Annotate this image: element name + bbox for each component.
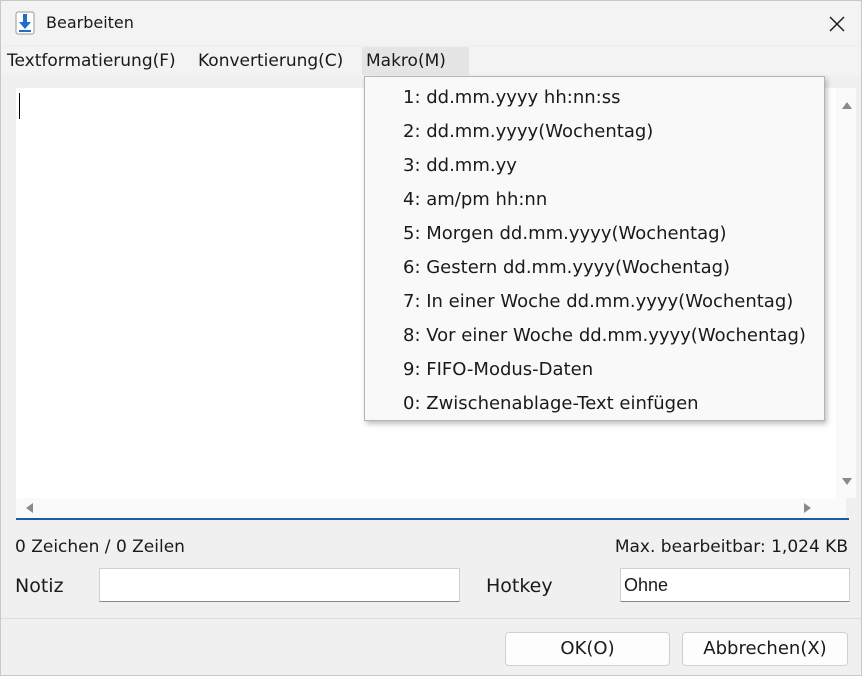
- macro-item-datetime[interactable]: 1: dd.mm.yyyy hh:nn:ss: [365, 81, 824, 115]
- macro-item-next-week[interactable]: 7: In einer Woche dd.mm.yyyy(Wochentag): [365, 285, 824, 319]
- macro-item-date-weekday[interactable]: 2: dd.mm.yyyy(Wochentag): [365, 115, 824, 149]
- close-icon: [829, 16, 845, 32]
- menu-macro[interactable]: Makro(M): [362, 47, 469, 75]
- macro-item-paste-clipboard[interactable]: 0: Zwischenablage-Text einfügen: [365, 387, 824, 421]
- scroll-left-icon[interactable]: [26, 503, 33, 513]
- editor-focus-underline: [16, 518, 849, 520]
- macro-item-last-week[interactable]: 8: Vor einer Woche dd.mm.yyyy(Wochentag): [365, 319, 824, 353]
- note-label: Notiz: [15, 575, 64, 597]
- hotkey-label: Hotkey: [486, 575, 553, 597]
- note-input[interactable]: [99, 568, 460, 602]
- window-title: Bearbeiten: [46, 13, 134, 32]
- menu-text-formatting[interactable]: Textformatierung(F): [3, 47, 180, 75]
- macro-item-tomorrow[interactable]: 5: Morgen dd.mm.yyyy(Wochentag): [365, 217, 824, 251]
- menu-bar: Textformatierung(F) Konvertierung(C) Mak…: [1, 47, 861, 75]
- title-bar[interactable]: Bearbeiten: [1, 1, 861, 45]
- hotkey-input[interactable]: Ohne: [620, 568, 850, 602]
- footer-divider: [1, 618, 861, 619]
- macro-item-short-date[interactable]: 3: dd.mm.yy: [365, 149, 824, 183]
- max-editable-size: Max. bearbeitbar: 1,024 KB: [614, 537, 848, 557]
- cancel-button[interactable]: Abbrechen(X): [682, 632, 848, 666]
- macro-item-ampm-time[interactable]: 4: am/pm hh:nn: [365, 183, 824, 217]
- ok-button[interactable]: OK(O): [505, 632, 670, 666]
- vertical-scrollbar[interactable]: [836, 88, 856, 498]
- character-line-count: 0 Zeichen / 0 Zeilen: [15, 537, 185, 557]
- download-arrow-icon: [15, 11, 35, 35]
- macro-dropdown-menu: 1: dd.mm.yyyy hh:nn:ss 2: dd.mm.yyyy(Woc…: [364, 76, 825, 421]
- macro-item-yesterday[interactable]: 6: Gestern dd.mm.yyyy(Wochentag): [365, 251, 824, 285]
- menu-conversion[interactable]: Konvertierung(C): [194, 47, 347, 75]
- edit-dialog: Bearbeiten Textformatierung(F) Konvertie…: [0, 0, 862, 676]
- close-button[interactable]: [815, 7, 859, 41]
- scroll-down-icon[interactable]: [842, 478, 852, 485]
- horizontal-scrollbar[interactable]: [16, 498, 846, 518]
- text-caret: [19, 93, 20, 119]
- macro-item-fifo-data[interactable]: 9: FIFO-Modus-Daten: [365, 353, 824, 387]
- scroll-up-icon[interactable]: [842, 102, 852, 109]
- scroll-right-icon[interactable]: [804, 503, 811, 513]
